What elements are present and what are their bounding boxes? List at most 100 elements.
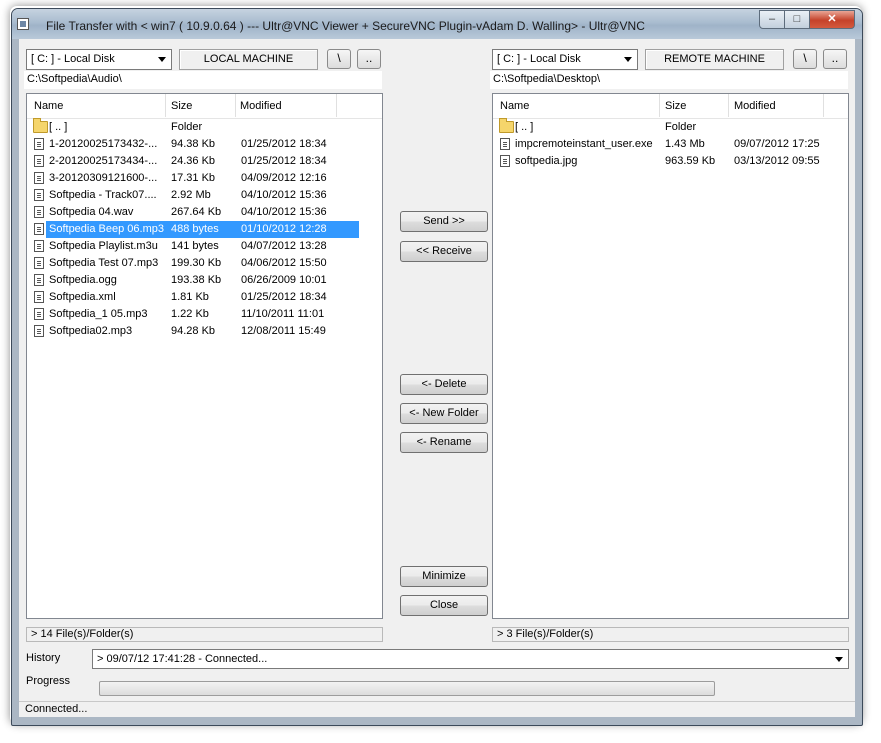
remote-file-size: 1.43 Mb <box>665 138 705 150</box>
chevron-down-icon <box>835 657 843 662</box>
remote-machine-label: REMOTE MACHINE <box>645 49 784 70</box>
folder-icon <box>33 118 48 133</box>
local-file-row[interactable]: Softpedia_1 05.mp3 1.22 Kb 11/10/2011 11:0… <box>27 306 382 323</box>
local-file-size: 94.38 Kb <box>171 138 216 150</box>
local-file-row[interactable]: 2-20120025173434-... 24.36 Kb 01/25/2012 1… <box>27 153 382 170</box>
local-file-row[interactable]: 3-20120309121600-... 17.31 Kb 04/09/2012 1… <box>27 170 382 187</box>
local-status: > 14 File(s)/Folder(s) <box>26 627 383 642</box>
window-minimize-button[interactable]: – <box>759 10 785 29</box>
remote-file-modified: 09/07/2012 17:25 <box>734 138 820 150</box>
local-file-modified: 01/25/2012 18:34 <box>241 138 327 150</box>
local-file-size: 2.92 Mb <box>171 189 211 201</box>
local-file-size: 1.22 Kb <box>171 308 209 320</box>
local-file-modified: 04/10/2012 15:36 <box>241 206 327 218</box>
file-icon <box>34 138 44 150</box>
remote-file-size: Folder <box>665 121 697 133</box>
local-file-row[interactable]: Softpedia.ogg 193.38 Kb 06/26/2009 10:01 <box>27 272 382 289</box>
local-file-name: 2-20120025173434-... <box>49 155 158 167</box>
local-file-row[interactable]: Softpedia 04.wav 267.64 Kb 04/10/2012 15:3… <box>27 204 382 221</box>
send-button[interactable]: Send >> <box>400 211 488 232</box>
local-file-row[interactable]: Softpedia Playlist.m3u 141 bytes 04/07/201… <box>27 238 382 255</box>
close-button[interactable]: Close <box>400 595 488 616</box>
local-col-modified[interactable]: Modified <box>240 100 282 112</box>
title-bar[interactable]: File Transfer with < win7 ( 10.9.0.64 ) … <box>12 9 862 39</box>
local-file-row[interactable]: Softpedia Beep 06.mp3 488 bytes 01/10/2012… <box>27 221 382 238</box>
local-file-name: 3-20120309121600-... <box>49 172 158 184</box>
remote-file-row[interactable]: [ .. ] Folder <box>493 118 848 136</box>
local-file-size: 199.30 Kb <box>171 257 222 269</box>
history-label: History <box>26 652 61 664</box>
rename-button[interactable]: <- Rename <box>400 432 488 453</box>
file-icon <box>34 155 44 167</box>
local-file-row[interactable]: 1-20120025173432-... 94.38 Kb 01/25/2012 1… <box>27 136 382 153</box>
history-select[interactable]: > 09/07/12 17:41:28 - Connected... <box>92 649 849 669</box>
local-file-modified: 11/10/2011 11:01 <box>241 308 325 320</box>
local-file-size: 193.38 Kb <box>171 274 222 286</box>
window-title: File Transfer with < win7 ( 10.9.0.64 ) … <box>46 19 645 33</box>
folder-icon <box>499 118 514 133</box>
local-file-name: Softpedia Playlist.m3u <box>49 240 158 252</box>
local-file-size: 267.64 Kb <box>171 206 222 218</box>
app-icon[interactable] <box>17 18 29 30</box>
local-file-modified: 04/07/2012 13:28 <box>241 240 327 252</box>
remote-col-name[interactable]: Name <box>500 100 529 112</box>
window-maximize-button[interactable]: □ <box>784 10 810 29</box>
local-drive-select[interactable]: [ C: ] - Local Disk <box>26 49 172 70</box>
file-icon <box>34 206 44 218</box>
remote-list-header: Name Size Modified <box>493 94 848 119</box>
remote-status: > 3 File(s)/Folder(s) <box>492 627 849 642</box>
remote-col-size[interactable]: Size <box>665 100 686 112</box>
local-file-size: 488 bytes <box>171 223 219 235</box>
file-icon <box>34 274 44 286</box>
remote-up-button[interactable]: .. <box>823 49 847 69</box>
local-root-button[interactable]: \ <box>327 49 351 69</box>
local-col-name[interactable]: Name <box>34 100 63 112</box>
file-icon <box>500 138 510 150</box>
local-file-modified: 01/25/2012 18:34 <box>241 291 327 303</box>
local-file-row[interactable]: Softpedia Test 07.mp3 199.30 Kb 04/06/2012… <box>27 255 382 272</box>
delete-button[interactable]: <- Delete <box>400 374 488 395</box>
file-icon <box>34 308 44 320</box>
local-file-modified: 01/25/2012 18:34 <box>241 155 327 167</box>
remote-file-row[interactable]: impcremoteinstant_user.exe 1.43 Mb 09/07/2… <box>493 136 848 153</box>
client-area: [ C: ] - Local Disk LOCAL MACHINE \ .. C… <box>19 39 855 717</box>
file-icon <box>34 172 44 184</box>
local-file-row[interactable]: [ .. ] Folder <box>27 118 382 136</box>
local-col-size[interactable]: Size <box>171 100 192 112</box>
receive-button[interactable]: << Receive <box>400 241 488 262</box>
remote-root-button[interactable]: \ <box>793 49 817 69</box>
window-close-button[interactable]: ✕ <box>809 10 855 29</box>
remote-file-list[interactable]: Name Size Modified [ .. ] Folder impcremot… <box>492 93 849 619</box>
file-icon <box>500 155 510 167</box>
remote-col-modified[interactable]: Modified <box>734 100 776 112</box>
local-file-modified: 06/26/2009 10:01 <box>241 274 327 286</box>
progress-label: Progress <box>26 675 71 687</box>
new-folder-button[interactable]: <- New Folder <box>400 403 488 424</box>
local-file-modified: 04/10/2012 15:36 <box>241 189 327 201</box>
file-icon <box>34 240 44 252</box>
local-file-row[interactable]: Softpedia.xml 1.81 Kb 01/25/2012 18:34 <box>27 289 382 306</box>
file-icon <box>34 257 44 269</box>
chevron-down-icon <box>158 57 166 62</box>
local-machine-label: LOCAL MACHINE <box>179 49 318 70</box>
remote-file-modified: 03/13/2012 09:55 <box>734 155 820 167</box>
remote-path: C:\Softpedia\Desktop\ <box>490 71 848 89</box>
local-file-name: Softpedia.ogg <box>49 274 117 286</box>
status-bar: Connected... <box>19 701 855 717</box>
local-file-row[interactable]: Softpedia02.mp3 94.28 Kb 12/08/2011 15:49 <box>27 323 382 340</box>
file-transfer-window: File Transfer with < win7 ( 10.9.0.64 ) … <box>11 8 863 726</box>
local-file-size: 17.31 Kb <box>171 172 216 184</box>
remote-file-name: softpedia.jpg <box>515 155 578 167</box>
remote-drive-value: [ C: ] - Local Disk <box>497 53 581 65</box>
remote-drive-select[interactable]: [ C: ] - Local Disk <box>492 49 638 70</box>
local-file-size: Folder <box>171 121 203 133</box>
minimize-button[interactable]: Minimize <box>400 566 488 587</box>
local-list-header: Name Size Modified <box>27 94 382 119</box>
local-file-row[interactable]: Softpedia - Track07.... 2.92 Mb 04/10/2012… <box>27 187 382 204</box>
local-up-button[interactable]: .. <box>357 49 381 69</box>
file-icon <box>34 325 44 337</box>
remote-file-row[interactable]: softpedia.jpg 963.59 Kb 03/13/2012 09:55 <box>493 153 848 170</box>
local-path: C:\Softpedia\Audio\ <box>24 71 382 89</box>
local-file-list[interactable]: Name Size Modified [ .. ] Folder 1-2012002… <box>26 93 383 619</box>
local-file-name: 1-20120025173432-... <box>49 138 158 150</box>
